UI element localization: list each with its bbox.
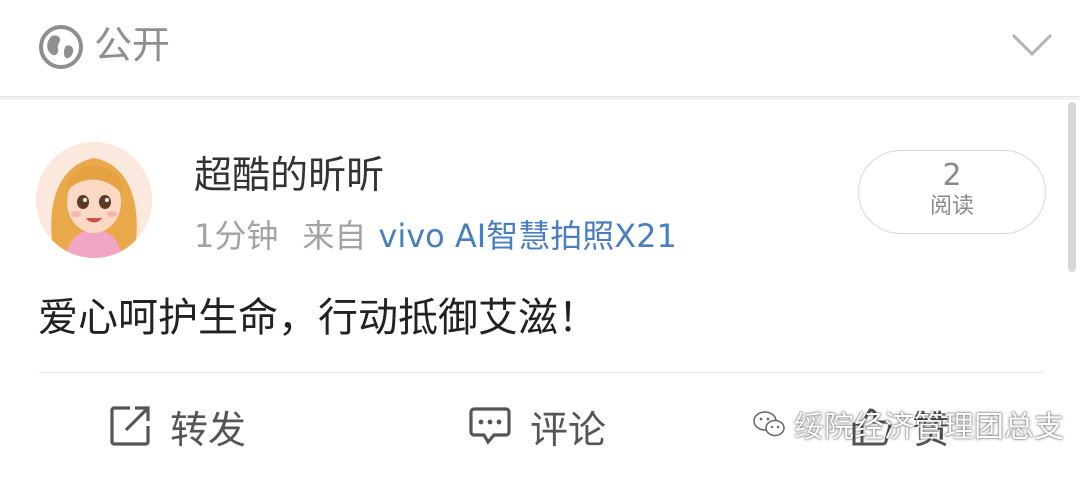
author-name[interactable]: 超酷的昕昕 xyxy=(194,150,384,200)
wechat-icon xyxy=(753,411,785,437)
globe-icon xyxy=(39,25,83,69)
repost-button[interactable]: 转发 xyxy=(108,394,246,458)
comment-label: 评论 xyxy=(530,407,607,452)
read-label: 阅读 xyxy=(929,194,974,219)
divider xyxy=(38,372,1044,373)
post-meta: 1分钟 来自 vivo AI智慧拍照X21 xyxy=(194,214,677,258)
comment-button[interactable]: 评论 xyxy=(468,394,606,458)
source-prefix: 来自 xyxy=(302,217,367,255)
weibo-post-screen: 公开 超酷的昕昕 1分钟 来自 vivo AI智慧拍照X21 2 阅读 爱心呵护… xyxy=(0,0,1080,477)
read-count-badge: 2 阅读 xyxy=(858,150,1046,234)
wechat-watermark: 绥院经济管理团总支 xyxy=(752,394,1064,454)
device-link[interactable]: vivo AI智慧拍照X21 xyxy=(378,217,677,255)
read-count: 2 xyxy=(942,158,962,193)
avatar-illustration xyxy=(36,142,152,258)
repost-label: 转发 xyxy=(170,407,247,452)
comment-icon xyxy=(469,407,511,445)
chevron-down-icon[interactable] xyxy=(1010,30,1054,60)
repost-icon xyxy=(110,406,150,446)
post-time: 1分钟 xyxy=(194,217,279,255)
post-body: 爱心呵护生命，行动抵御艾滋！ xyxy=(38,295,598,341)
visibility-label: 公开 xyxy=(94,23,171,67)
scrollbar[interactable] xyxy=(1068,102,1076,272)
avatar[interactable] xyxy=(36,142,152,258)
post-card: 超酷的昕昕 1分钟 来自 vivo AI智慧拍照X21 2 阅读 爱心呵护生命，行动… xyxy=(0,100,1080,477)
watermark-text: 绥院经济管理团总支 xyxy=(794,410,1064,445)
visibility-bar[interactable]: 公开 xyxy=(0,0,1080,97)
